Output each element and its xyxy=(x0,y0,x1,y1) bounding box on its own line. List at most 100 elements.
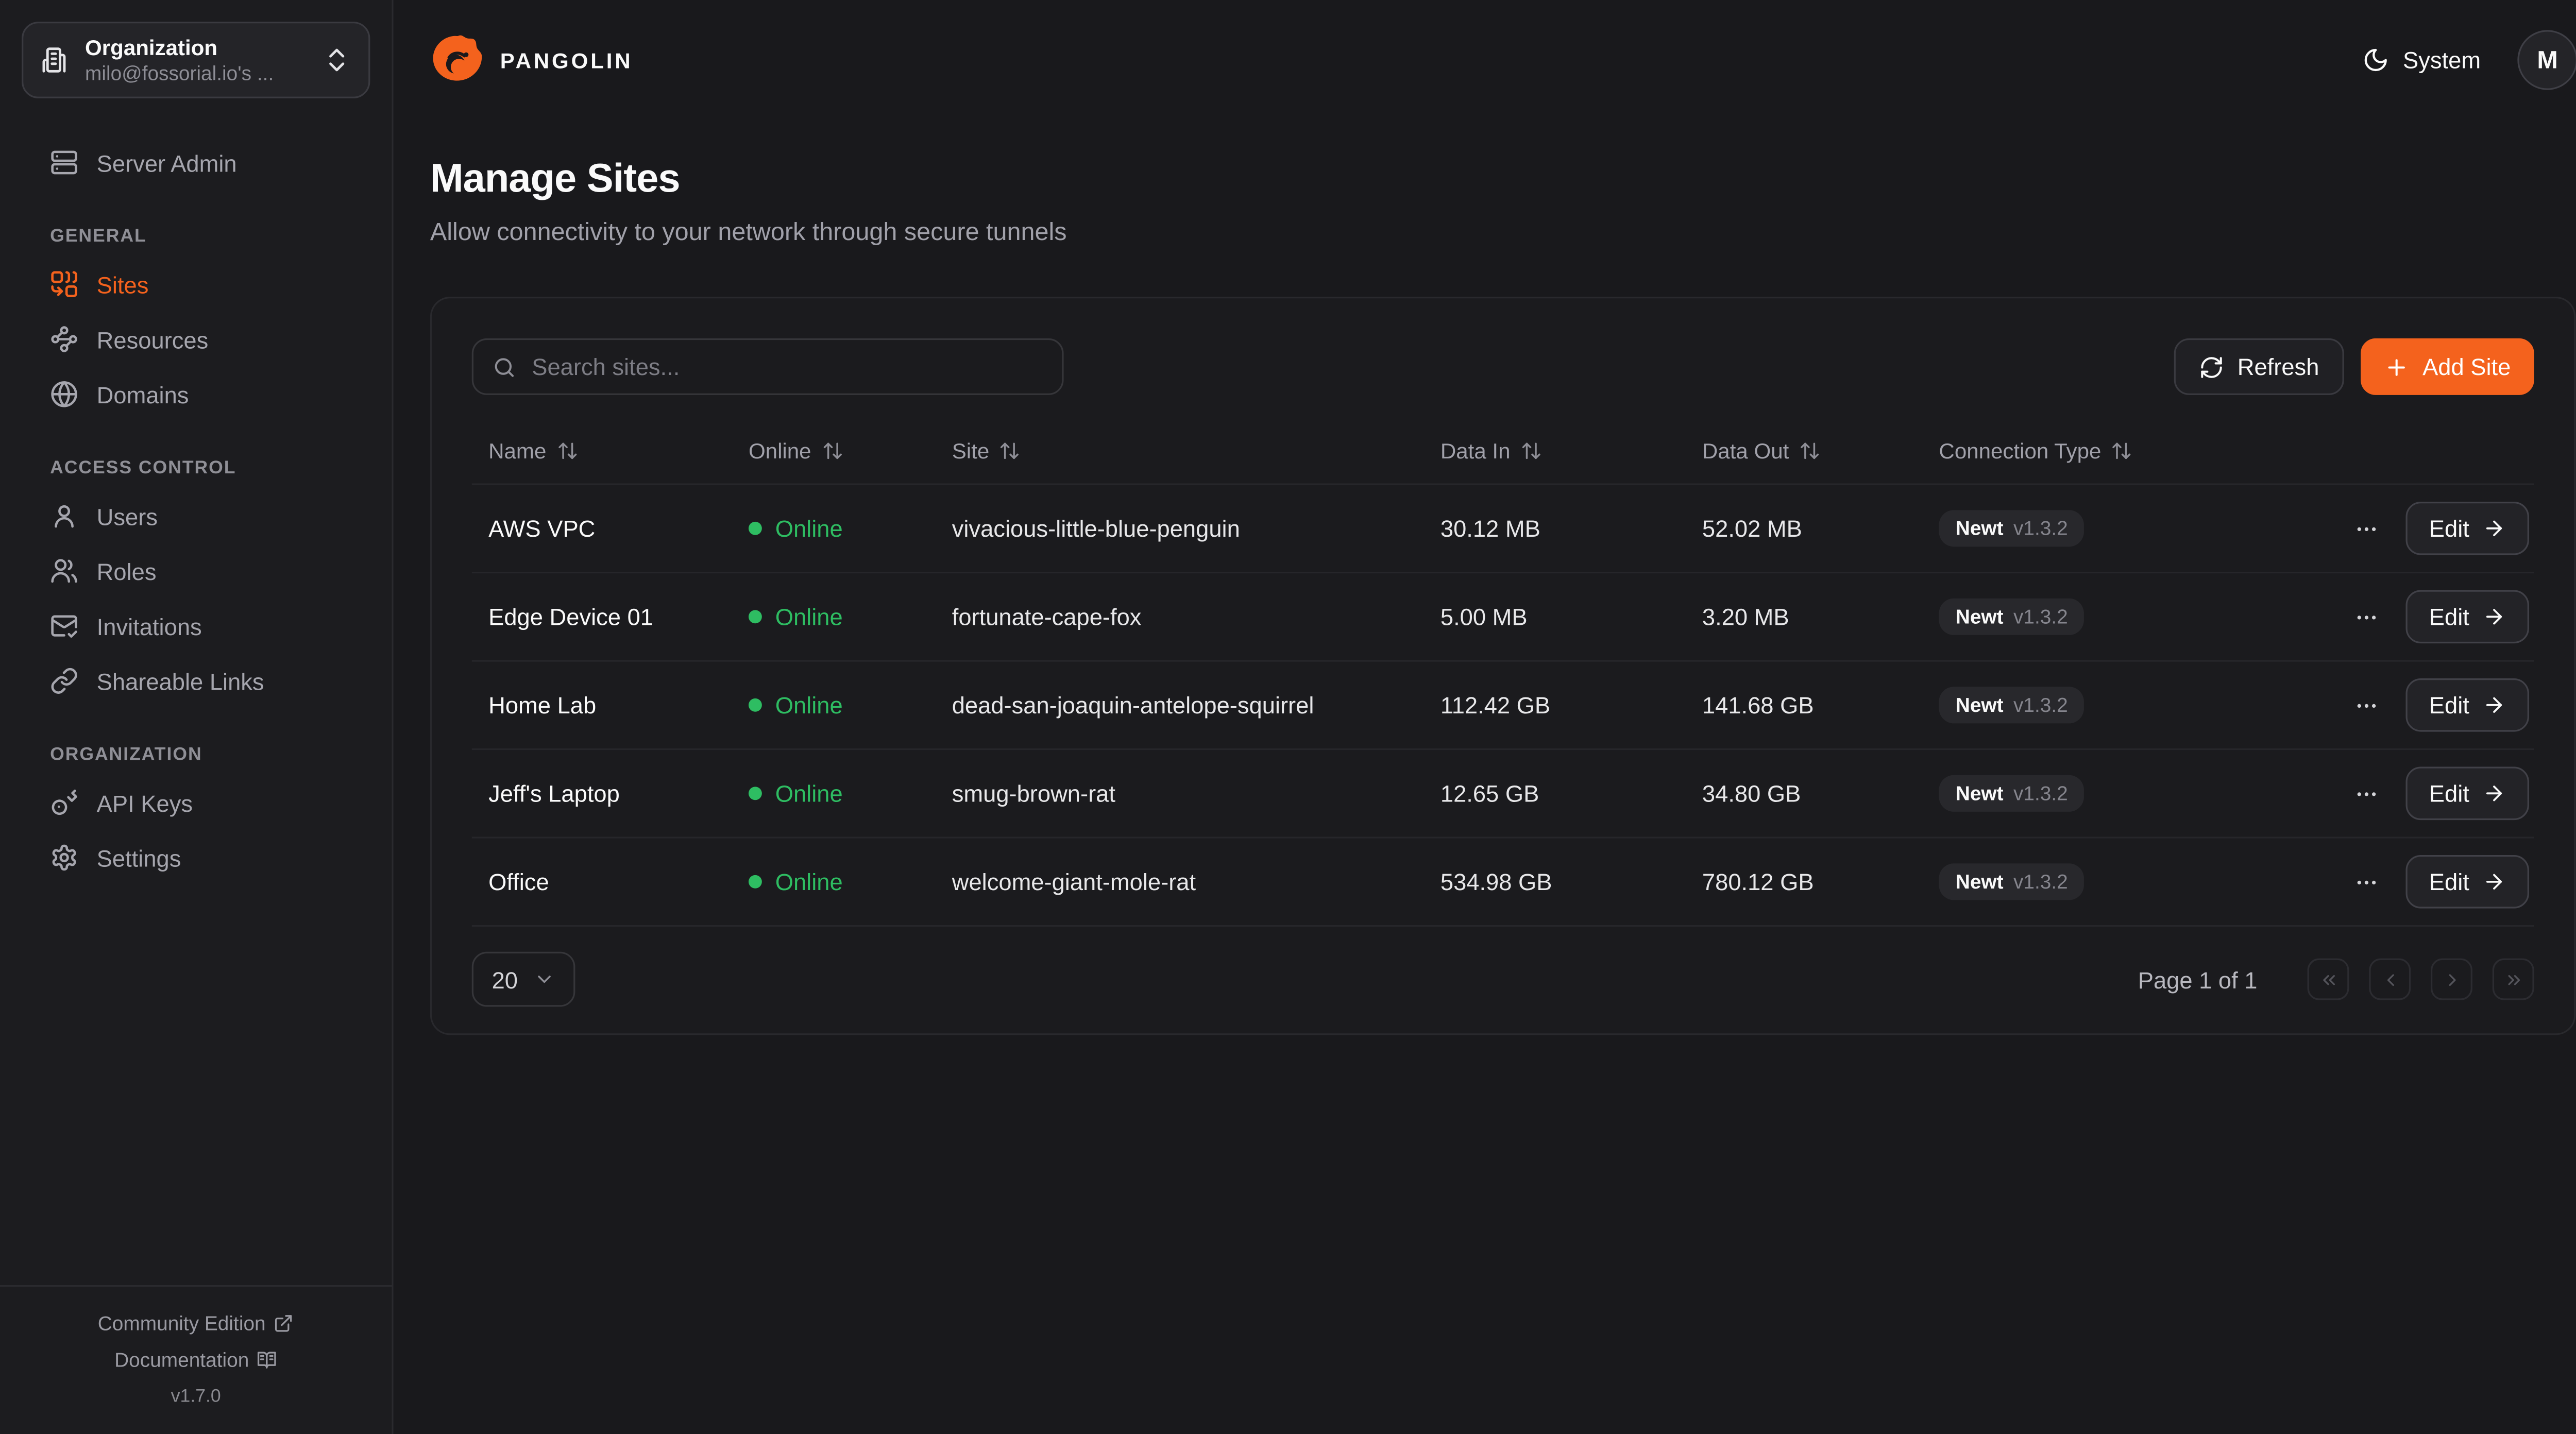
community-edition-link[interactable]: Community Edition xyxy=(0,1304,392,1341)
row-actions-button[interactable] xyxy=(2347,598,2385,636)
chevron-left-icon xyxy=(2380,969,2400,989)
connection-type-name: Newt xyxy=(1956,870,2004,893)
add-site-button[interactable]: Add Site xyxy=(2361,338,2534,395)
sidebar-item-label: Shareable Links xyxy=(97,668,264,694)
sidebar-section-label: GENERAL xyxy=(50,227,363,247)
sidebar-item-domains[interactable]: Domains xyxy=(28,367,363,422)
ellipsis-icon xyxy=(2354,693,2379,718)
sidebar-item-users[interactable]: Users xyxy=(28,488,363,543)
sites-card: Refresh Add Site NameOnlineSiteData InDa… xyxy=(430,297,2576,1035)
cell-actions xyxy=(2306,509,2389,548)
connection-type-version: v1.3.2 xyxy=(2013,605,2068,628)
row-actions-button[interactable] xyxy=(2347,863,2385,901)
column-header-data-out[interactable]: Data Out xyxy=(1686,438,1923,464)
table-row: Jeff's LaptopOnlinesmug-brown-rat12.65 G… xyxy=(472,750,2534,839)
row-actions-button[interactable] xyxy=(2347,686,2385,724)
ellipsis-icon xyxy=(2354,516,2379,541)
cell-actions xyxy=(2306,686,2389,724)
avatar-initial: M xyxy=(2537,46,2557,74)
sidebar-item-settings[interactable]: Settings xyxy=(28,830,363,885)
cell-site: dead-san-joaquin-antelope-squirrel xyxy=(935,692,1423,719)
refresh-button[interactable]: Refresh xyxy=(2174,338,2344,395)
sidebar-footer: Community Edition Documentation v1.7.0 xyxy=(0,1284,392,1434)
next-page-button[interactable] xyxy=(2431,959,2472,1000)
column-header-name[interactable]: Name xyxy=(472,438,732,464)
edit-button[interactable]: Edit xyxy=(2406,590,2530,644)
cell-edit: Edit xyxy=(2389,855,2546,909)
sidebar-item-server-admin[interactable]: Server Admin xyxy=(28,135,363,190)
sidebar-item-sites[interactable]: Sites xyxy=(28,257,363,312)
prev-page-button[interactable] xyxy=(2369,959,2411,1000)
external-link-icon xyxy=(274,1312,294,1333)
row-actions-button[interactable] xyxy=(2347,774,2385,812)
avatar[interactable]: M xyxy=(2517,30,2576,90)
edit-button-label: Edit xyxy=(2429,515,2469,542)
cell-name: AWS VPC xyxy=(472,515,732,542)
sort-icon xyxy=(1520,440,1542,462)
sidebar-item-label: Resources xyxy=(97,326,209,353)
cell-connection-type: Newtv1.3.2 xyxy=(1922,687,2306,723)
connection-type-version: v1.3.2 xyxy=(2013,782,2068,805)
ellipsis-icon xyxy=(2354,604,2379,629)
column-header-label: Data In xyxy=(1440,438,1511,464)
page-subtitle: Allow connectivity to your network throu… xyxy=(430,218,2576,247)
column-header-site[interactable]: Site xyxy=(935,438,1423,464)
search-input[interactable] xyxy=(532,353,1043,380)
cell-data-out: 141.68 GB xyxy=(1686,692,1923,719)
cell-edit: Edit xyxy=(2389,767,2546,821)
sidebar-item-label: Users xyxy=(97,503,158,530)
sidebar-item-resources[interactable]: Resources xyxy=(28,312,363,367)
column-header-label: Site xyxy=(952,438,990,464)
org-selector-subtitle: milo@fossorial.io's ... xyxy=(85,61,307,86)
connection-type-name: Newt xyxy=(1956,693,2004,716)
cell-data-in: 534.98 GB xyxy=(1424,868,1686,895)
version-label: v1.7.0 xyxy=(0,1378,392,1414)
edit-button[interactable]: Edit xyxy=(2406,678,2530,732)
page-size-select[interactable]: 20 xyxy=(472,952,574,1007)
edit-button-label: Edit xyxy=(2429,603,2469,630)
arrow-right-icon xyxy=(2483,517,2506,540)
sidebar-item-roles[interactable]: Roles xyxy=(28,543,363,599)
table-row: OfficeOnlinewelcome-giant-mole-rat534.98… xyxy=(472,839,2534,927)
column-header-data-in[interactable]: Data In xyxy=(1424,438,1686,464)
first-page-button[interactable] xyxy=(2308,959,2349,1000)
sidebar-item-invitations[interactable]: Invitations xyxy=(28,599,363,654)
online-status-dot xyxy=(749,787,762,800)
moon-icon xyxy=(2363,47,2389,74)
last-page-button[interactable] xyxy=(2493,959,2534,1000)
edit-button[interactable]: Edit xyxy=(2406,855,2530,909)
app-window: Organization milo@fossorial.io's ... Ser… xyxy=(0,0,2576,1434)
community-edition-label: Community Edition xyxy=(98,1304,266,1341)
org-selector[interactable]: Organization milo@fossorial.io's ... xyxy=(22,22,370,98)
sidebar-item-label: Sites xyxy=(97,271,149,298)
cell-name: Jeff's Laptop xyxy=(472,780,732,807)
column-header-connection-type[interactable]: Connection Type xyxy=(1922,438,2306,464)
cell-data-out: 34.80 GB xyxy=(1686,780,1923,807)
edit-button[interactable]: Edit xyxy=(2406,502,2530,555)
cell-data-out: 52.02 MB xyxy=(1686,515,1923,542)
book-open-icon xyxy=(258,1350,278,1370)
refresh-icon xyxy=(2199,354,2224,380)
add-site-label: Add Site xyxy=(2422,353,2511,380)
table-footer: 20 Page 1 of 1 xyxy=(472,952,2534,1007)
online-status-label: Online xyxy=(775,868,843,895)
column-header-online[interactable]: Online xyxy=(732,438,936,464)
sidebar-item-label: Roles xyxy=(97,557,157,584)
table-row: Home LabOnlinedead-san-joaquin-antelope-… xyxy=(472,662,2534,750)
edit-button[interactable]: Edit xyxy=(2406,767,2530,821)
documentation-link[interactable]: Documentation xyxy=(0,1341,392,1377)
table-row: Edge Device 01Onlinefortunate-cape-fox5.… xyxy=(472,573,2534,662)
sidebar-item-shareable-links[interactable]: Shareable Links xyxy=(28,654,363,709)
theme-toggle-button[interactable]: System xyxy=(2363,47,2481,74)
brand[interactable]: PANGOLIN xyxy=(430,31,633,88)
sort-icon xyxy=(2111,440,2133,462)
cell-edit: Edit xyxy=(2389,678,2546,732)
cell-online: Online xyxy=(732,515,936,542)
connection-type-name: Newt xyxy=(1956,517,2004,540)
sidebar-item-api-keys[interactable]: API Keys xyxy=(28,775,363,830)
row-actions-button[interactable] xyxy=(2347,509,2385,548)
cell-connection-type: Newtv1.3.2 xyxy=(1922,510,2306,547)
table-header: NameOnline Site Data In Data OutConnection … xyxy=(472,418,2534,485)
cell-online: Online xyxy=(732,780,936,807)
cell-data-in: 5.00 MB xyxy=(1424,603,1686,630)
